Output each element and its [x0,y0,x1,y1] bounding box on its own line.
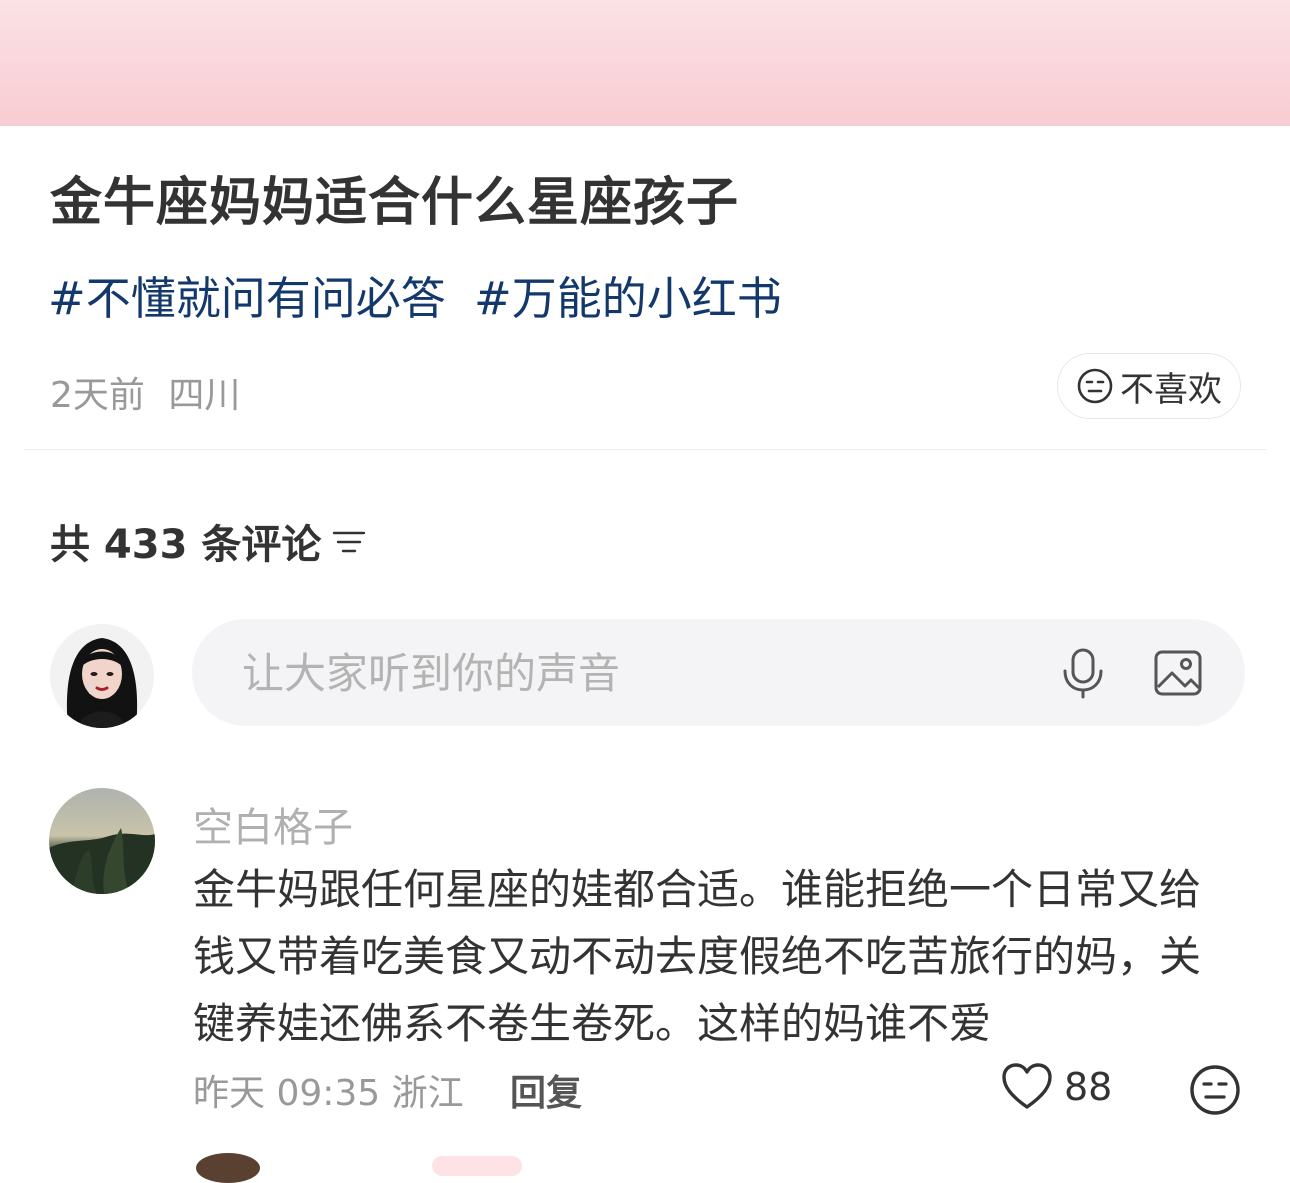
note-meta: 2天前 四川 [50,366,240,418]
next-comment-badge [432,1156,522,1176]
note-tags: #不懂就问有问必答 #万能的小红书 [48,262,796,327]
comments-header: 共 433 条评论 [50,512,367,570]
commenter-name[interactable]: 空白格子 [193,795,353,853]
dislike-label: 不喜欢 [1120,369,1222,410]
commenter-avatar[interactable] [49,788,155,894]
next-comment-avatar[interactable] [196,1153,260,1183]
like-count: 88 [1064,1065,1113,1109]
comment-location: 浙江 [391,1073,464,1114]
image-icon[interactable] [1153,649,1203,697]
like-button[interactable]: 88 [1000,1062,1112,1112]
heart-icon [1002,1063,1052,1109]
my-avatar[interactable] [50,624,154,728]
tag-link[interactable]: #万能的小红书 [474,272,782,325]
note-title: 金牛座妈妈适合什么星座孩子 [50,173,740,233]
dislike-button[interactable]: 不喜欢 [1057,353,1241,419]
comment-input[interactable] [240,619,1024,728]
note-location: 四川 [168,375,241,416]
microphone-icon[interactable] [1058,647,1108,699]
note-time: 2天前 [50,375,145,416]
comment-count: 共 433 条评论 [50,522,322,568]
section-divider [24,449,1266,450]
meh-face-icon [1077,368,1113,404]
comment-meta: 昨天 09:35 浙江 [193,1064,464,1116]
tag-link[interactable]: #不懂就问有问必答 [48,272,446,325]
comment-text: 金牛妈跟任何星座的娃都合适。谁能拒绝一个日常又给钱又带着吃美食又动不动去度假绝不… [193,865,1202,1048]
sort-icon[interactable] [331,523,367,559]
comment-time: 昨天 09:35 [193,1073,381,1114]
note-cover-image-bottom [0,0,1290,126]
reply-button[interactable]: 回复 [510,1064,582,1116]
comment-input-box[interactable] [192,619,1245,728]
meh-face-icon[interactable] [1188,1063,1242,1117]
